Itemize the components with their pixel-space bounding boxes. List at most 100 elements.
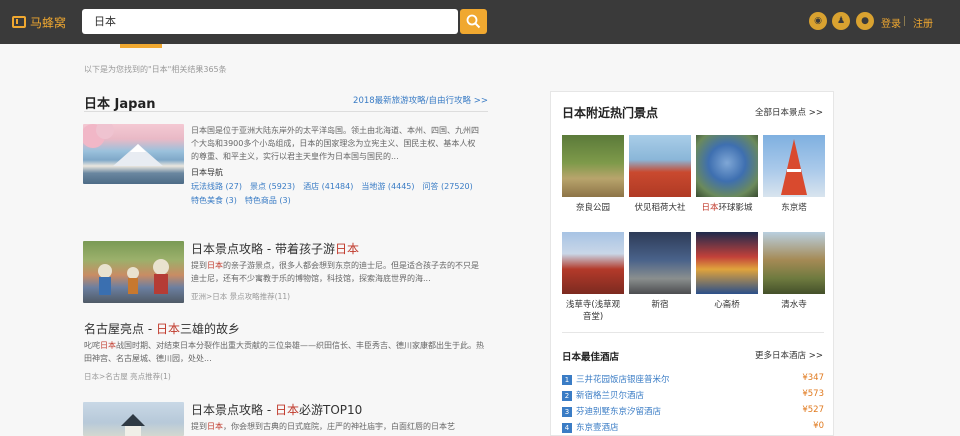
spot-name: 奈良公园	[575, 203, 610, 213]
overview-links: 玩法线路 (27) 景点 (5923) 酒店 (41484) 当地游 (4445) 问答…	[191, 181, 481, 192]
hotel-name: 新宿格兰贝尔酒店	[576, 391, 645, 401]
search-button[interactable]	[460, 9, 487, 34]
result-count: 以下是为您找到的"日本"相关结果365条	[84, 65, 227, 74]
article-1-excerpt-a: 提到	[191, 261, 207, 270]
hotel-name: 芬迪别墅东京汐留酒店	[576, 407, 662, 417]
article-3-title[interactable]: 日本景点攻略 - 日本必游TOP10	[191, 401, 362, 418]
guide-link[interactable]: 2018最新旅游攻略/自由行攻略 >>	[353, 94, 488, 106]
spot-card[interactable]: 心斋桥	[696, 232, 758, 311]
article-2-meta: 日本>名古屋 亮点推荐(1)	[84, 372, 171, 381]
food-link[interactable]: 特色美食 (3)	[191, 196, 237, 205]
shinsaibashi-photo	[696, 232, 758, 294]
article-1-thumbnail[interactable]	[83, 241, 184, 303]
logo-mark-icon	[12, 16, 26, 28]
section-divider	[84, 111, 488, 112]
active-tab-indicator	[120, 44, 162, 48]
weibo-icon[interactable]: ◉	[809, 12, 827, 30]
article-1-excerpt-b: 的亲子游景点，很多人都会想到东京的迪士尼。但是适合孩子去的不只是迪士尼，还有不少…	[191, 261, 479, 283]
castle-image	[121, 414, 145, 436]
spot-name-keyword: 日本	[701, 203, 719, 213]
article-1-title[interactable]: 日本景点攻略 - 带着孩子游日本	[191, 240, 359, 257]
article-3-excerpt-a: 提到	[191, 422, 207, 431]
all-spots-link[interactable]: 全部日本景点 >>	[755, 106, 823, 118]
spots-link[interactable]: 景点 (5923)	[250, 182, 295, 191]
hotel-rank: 2	[562, 390, 572, 401]
spot-name: 心斋桥	[714, 300, 740, 310]
hotel-rank: 4	[562, 422, 572, 433]
spot-card[interactable]: 日本环球影城	[696, 135, 758, 214]
spot-card[interactable]: 新宿	[629, 232, 691, 311]
kiyomizu-photo	[763, 232, 825, 294]
spot-name: 日本环球影城	[696, 202, 758, 214]
auth-divider	[904, 16, 905, 26]
article-3-title-keyword: 日本	[274, 403, 299, 417]
sidebar-divider	[562, 332, 824, 333]
japan-nav-label: 日本导航	[191, 168, 223, 177]
top-navigation-bar: 马蜂窝 日本 ◉ ♟ ● 登录 注册	[0, 0, 960, 44]
products-link[interactable]: 特色商品 (3)	[245, 196, 291, 205]
article-2-title-suffix: 三雄的故乡	[179, 322, 240, 336]
register-link[interactable]: 注册	[913, 15, 933, 30]
search-results: 日本 Japan 2018最新旅游攻略/自由行攻略 >> 日本国是位于亚洲大陆东…	[70, 80, 500, 436]
site-logo[interactable]: 马蜂窝	[12, 12, 66, 32]
spot-name: 清水寺	[781, 300, 807, 310]
nearby-spots-title: 日本附近热门景点	[562, 106, 659, 120]
login-link[interactable]: 登录	[881, 15, 901, 30]
overview-links-2: 特色美食 (3) 特色商品 (3)	[191, 195, 299, 206]
spot-name: 新宿	[651, 300, 669, 310]
hotel-price: ¥527	[802, 405, 824, 415]
article-1-title-text: 日本景点攻略 - 带着孩子游	[191, 242, 335, 256]
spot-card[interactable]: 东京塔	[763, 135, 825, 214]
article-3-title-suffix: 必游TOP10	[298, 403, 363, 417]
spot-name-text: 环球影城	[718, 203, 753, 213]
more-hotels-link[interactable]: 更多日本酒店 >>	[755, 349, 823, 361]
parade-image	[98, 259, 169, 295]
hotel-item[interactable]: 4 东京壹酒店 ¥0	[562, 421, 824, 435]
local-tours-link[interactable]: 当地游 (4445)	[361, 182, 414, 191]
spot-name: 东京塔	[781, 203, 807, 213]
article-3-thumbnail[interactable]	[83, 402, 184, 436]
article-1-excerpt: 提到日本的亲子游景点，很多人都会想到东京的迪士尼。但是适合孩子去的不只是迪士尼，…	[191, 259, 483, 285]
hotel-item[interactable]: 2 新宿格兰贝尔酒店 ¥573	[562, 389, 824, 403]
article-3-title-text: 日本景点攻略 -	[191, 403, 275, 417]
article-3-excerpt-keyword: 日本	[207, 422, 223, 431]
fushimi-inari-photo	[629, 135, 691, 197]
article-1-title-keyword: 日本	[334, 242, 359, 256]
hotel-rank: 3	[562, 406, 572, 417]
article-2-title[interactable]: 名古屋亮点 - 日本三雄的故乡	[84, 320, 240, 337]
article-2-excerpt-b: 战国时期、对结束日本分裂作出重大贡献的三位枭雄——织田信长、丰臣秀吉、德川家康都…	[84, 341, 484, 363]
hotel-item[interactable]: 3 芬迪别墅东京汐留酒店 ¥527	[562, 405, 824, 419]
nara-park-photo	[562, 135, 624, 197]
routes-link[interactable]: 玩法线路 (27)	[191, 182, 242, 191]
wechat-icon[interactable]: ●	[856, 12, 874, 30]
article-3-excerpt: 提到日本，你会想到古典的日式庭院，庄严的神社庙宇，白面红唇的日本艺	[191, 420, 483, 433]
spot-name: 伏见稻荷大社	[634, 203, 686, 213]
article-1-meta: 亚洲>日本 景点攻略推荐(11)	[191, 292, 291, 301]
sensoji-photo	[562, 232, 624, 294]
hotel-item[interactable]: 1 三井花园饭店银座普米尔 ¥347	[562, 373, 824, 387]
hotel-rank: 1	[562, 374, 572, 385]
article-2-title-text: 名古屋亮点 -	[84, 322, 156, 336]
universal-studios-photo	[696, 135, 758, 197]
article-2-excerpt: 叱咤日本战国时期、对结束日本分裂作出重大贡献的三位枭雄——织田信长、丰臣秀吉、德…	[84, 339, 488, 365]
hotel-name: 三井花园饭店银座普米尔	[576, 375, 670, 385]
hotel-price: ¥573	[802, 389, 824, 399]
search-icon	[466, 14, 481, 29]
spot-card[interactable]: 浅草寺(浅草观音堂)	[562, 232, 624, 323]
hotel-name: 东京壹酒店	[576, 423, 619, 433]
hotels-link[interactable]: 酒店 (41484)	[303, 182, 353, 191]
tower-shape	[781, 139, 807, 195]
qq-icon[interactable]: ♟	[832, 12, 850, 30]
japan-overview-thumbnail[interactable]	[83, 124, 184, 184]
article-3-excerpt-b: ，你会想到古典的日式庭院，庄严的神社庙宇，白面红唇的日本艺	[223, 422, 455, 431]
qa-link[interactable]: 问答 (27520)	[423, 182, 473, 191]
spot-card[interactable]: 伏见稻荷大社	[629, 135, 691, 214]
spot-card[interactable]: 清水寺	[763, 232, 825, 311]
overview-text: 日本国是位于亚洲大陆东岸外的太平洋岛国。领土由北海道、本州、四国、九州四个大岛和…	[191, 126, 479, 161]
mount-fuji-image	[83, 124, 163, 166]
nearby-sidebar: 日本附近热门景点 全部日本景点 >> 奈良公园 伏见稻荷大社 日本环球影城 东京…	[550, 91, 834, 436]
spot-card[interactable]: 奈良公园	[562, 135, 624, 214]
spot-name: 浅草寺(浅草观音堂)	[565, 300, 621, 322]
search-input[interactable]: 日本	[82, 9, 458, 34]
article-2-excerpt-keyword: 日本	[100, 341, 116, 350]
